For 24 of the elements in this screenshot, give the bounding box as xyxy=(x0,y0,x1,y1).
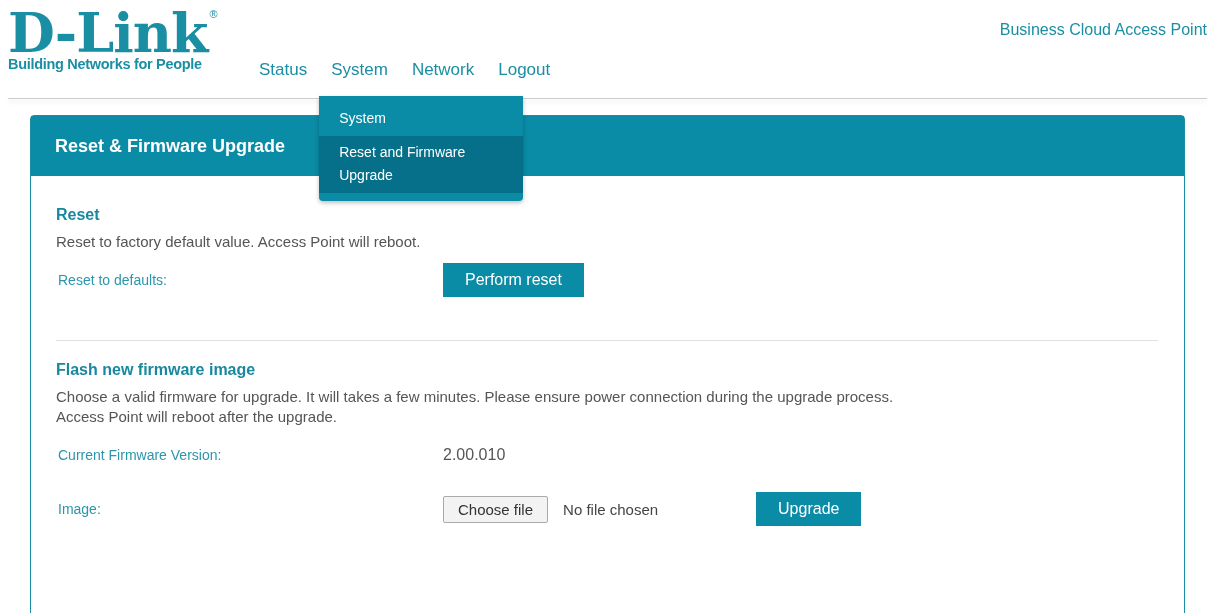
product-name: Business Cloud Access Point xyxy=(999,21,1207,39)
registered-mark: ® xyxy=(209,8,218,20)
menu-item[interactable]: System xyxy=(319,96,524,136)
logo-tagline: Building Networks for People xyxy=(8,56,203,72)
description-text: Choose a valid firmware for upgrade. It will takes a few minutes. Please ensure power connection during the upgrade process. xyxy=(56,387,895,407)
upgrade-button[interactable]: Upgrade xyxy=(756,492,862,526)
panel-title: Reset & Firmware Upgrade xyxy=(55,135,286,157)
description-text: Reset to factory default value. Access Point will reboot. xyxy=(56,232,422,252)
firmware-version: 2.00.010 xyxy=(443,446,506,464)
logo-wordmark: D-Link xyxy=(8,8,208,58)
section-heading: Flash new firmware image xyxy=(56,361,257,379)
perform-reset-button[interactable]: Perform reset xyxy=(443,263,584,297)
file-status: No file chosen xyxy=(563,500,660,518)
nav-link[interactable]: Network xyxy=(399,60,487,80)
field-label: Current Firmware Version: xyxy=(57,447,223,463)
nav-link[interactable]: Logout xyxy=(486,60,563,80)
nav-link[interactable]: System xyxy=(319,60,400,80)
choose-file-button[interactable]: Choose file xyxy=(443,495,549,523)
section-heading: Reset xyxy=(56,206,101,224)
nav-link[interactable]: Status xyxy=(247,60,320,80)
description-text: Access Point will reboot after the upgrade. xyxy=(56,407,338,427)
menu-item[interactable]: Reset and Firmware Upgrade xyxy=(319,136,524,193)
field-label: Image: xyxy=(57,501,102,517)
field-label: Reset to defaults: xyxy=(57,272,168,288)
